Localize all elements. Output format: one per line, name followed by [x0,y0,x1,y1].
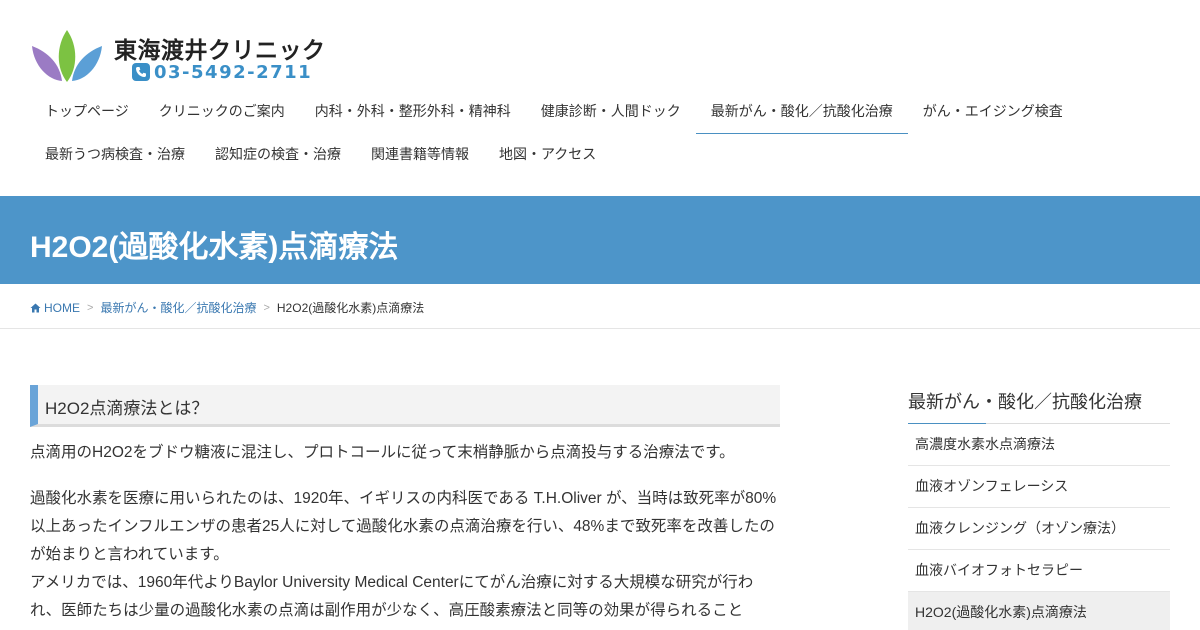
section-heading: H2O2点滴療法とは？ [30,385,780,427]
page-title-band: H2O2(過酸化水素)点滴療法 [0,196,1200,284]
nav-item-departments[interactable]: 内科・外科・整形外科・精神科 [300,91,526,134]
breadcrumb-inner: HOME > 最新がん・酸化／抗酸化治療 > H2O2(過酸化水素)点滴療法 [30,299,424,316]
site-logo[interactable]: 東海渡井クリニック 03-5492-2711 [30,28,325,86]
nav-item-top[interactable]: トップページ [30,91,144,134]
sidebar-item-hydrogen-drip[interactable]: 高濃度水素水点滴療法 [908,424,1170,466]
breadcrumb-home-label: HOME [44,300,80,315]
paragraph-history: 過酸化水素を医療に用いられたのは、1920年、イギリスの内科医である T.H.O… [30,490,777,563]
breadcrumb-home[interactable]: HOME [30,301,80,315]
paragraph-research: アメリカでは、1960年代よりBaylor University Medical… [30,574,754,619]
paragraph-intro: 点滴用のH2O2をブドウ糖液に混注し、プロトコールに従って末梢静脈から点滴投与す… [30,444,735,461]
breadcrumb-category[interactable]: 最新がん・酸化／抗酸化治療 [100,299,256,316]
sidebar-item-biophoto-therapy[interactable]: 血液バイオフォトセラピー [908,550,1170,592]
nav-item-cancer-treatment[interactable]: 最新がん・酸化／抗酸化治療 [695,91,908,134]
breadcrumb: HOME > 最新がん・酸化／抗酸化治療 > H2O2(過酸化水素)点滴療法 [0,284,1200,329]
nav-item-access[interactable]: 地図・アクセス [484,134,611,177]
nav-row-1: トップページ クリニックのご案内 内科・外科・整形外科・精神科 健康診断・人間ド… [30,91,1170,134]
phone-number: 03-5492-2711 [132,61,313,83]
sidebar-item-ozone-pheresis[interactable]: 血液オゾンフェレーシス [908,466,1170,508]
breadcrumb-separator-icon: > [263,301,270,314]
phone-number-text: 03-5492-2711 [154,61,313,83]
sidebar-item-blood-cleansing[interactable]: 血液クレンジング（オゾン療法） [908,508,1170,550]
global-nav: トップページ クリニックのご案内 内科・外科・整形外科・精神科 健康診断・人間ド… [30,91,1170,177]
site-header: 東海渡井クリニック 03-5492-2711 トップページ クリニックのご案内 … [0,0,1200,196]
clinic-name: 東海渡井クリニック [114,38,326,64]
nav-item-clinic-info[interactable]: クリニックのご案内 [144,91,300,134]
main-content: H2O2点滴療法とは？ 点滴用のH2O2をブドウ糖液に混注し、プロトコールに従っ… [30,385,780,625]
nav-item-aging-test[interactable]: がん・エイジング検査 [908,91,1078,134]
phone-icon [132,63,150,81]
nav-row-2: 最新うつ病検査・治療 認知症の検査・治療 関連書籍等情報 地図・アクセス [30,134,1170,177]
breadcrumb-current: H2O2(過酸化水素)点滴療法 [276,301,425,315]
page-title: H2O2(過酸化水素)点滴療法 [30,231,399,264]
section-heading-text: H2O2点滴療法とは？ [45,399,209,418]
nav-item-depression[interactable]: 最新うつ病検査・治療 [30,134,200,177]
breadcrumb-separator-icon: > [87,301,94,314]
sidebar-item-h2o2-drip[interactable]: H2O2(過酸化水素)点滴療法 [908,592,1170,630]
nav-item-books[interactable]: 関連書籍等情報 [356,134,484,177]
leaves-logo-icon [32,30,102,82]
nav-item-health-checkup[interactable]: 健康診断・人間ドック [526,91,696,134]
nav-item-dementia[interactable]: 認知症の検査・治療 [200,134,356,177]
home-icon [30,303,41,312]
sidebar-title: 最新がん・酸化／抗酸化治療 [908,385,1170,424]
sidebar: 最新がん・酸化／抗酸化治療 高濃度水素水点滴療法 血液オゾンフェレーシス 血液ク… [908,385,1170,630]
